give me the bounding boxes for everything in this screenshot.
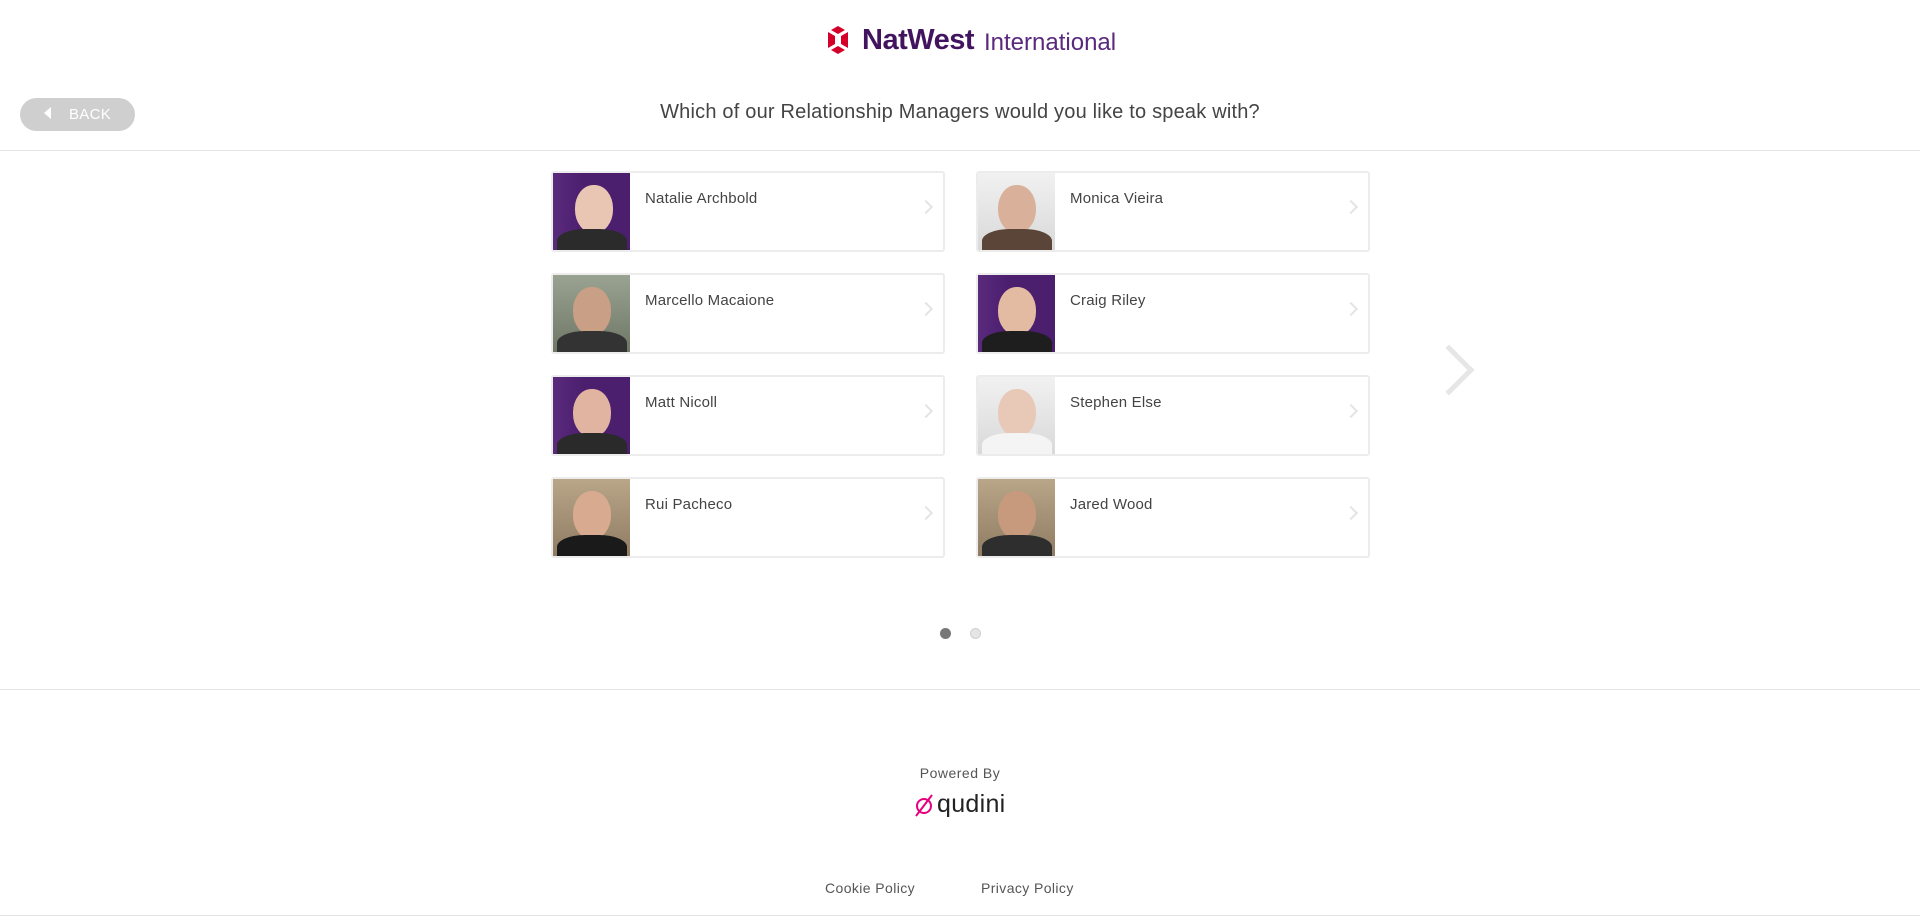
cookie-policy-link[interactable]: Cookie Policy [825,880,915,896]
manager-card-rui-pacheco[interactable]: Rui Pacheco [551,477,945,558]
manager-photo [553,479,630,556]
manager-name: Natalie Archbold [645,190,758,207]
manager-name: Marcello Macaione [645,292,775,309]
powered-by-label: Powered By [919,765,1001,781]
manager-card-craig-riley[interactable]: Craig Riley [976,273,1370,354]
chevron-right-icon [918,505,934,521]
qudini-mark-icon [915,793,933,817]
chevron-right-icon [1343,301,1359,317]
pagination-dot-2[interactable] [970,628,981,639]
pagination-dot-1[interactable] [940,628,951,639]
chevron-right-icon [1343,403,1359,419]
page-title: Which of our Relationship Managers would… [660,101,1260,123]
chevron-right-icon [918,301,934,317]
manager-photo [553,377,630,454]
manager-card-marcello-macaione[interactable]: Marcello Macaione [551,273,945,354]
chevron-right-icon [1343,505,1359,521]
qudini-logo: qudini [913,790,1006,819]
natwest-logo-mark-icon [828,26,848,54]
manager-card-monica-vieira[interactable]: Monica Vieira [976,171,1370,252]
manager-card-matt-nicoll[interactable]: Matt Nicoll [551,375,945,456]
manager-name: Monica Vieira [1070,190,1164,207]
manager-photo [978,377,1055,454]
brand-name: NatWest [862,23,975,56]
manager-photo [978,275,1055,352]
manager-photo [978,173,1055,250]
manager-photo [553,173,630,250]
manager-card-stephen-else[interactable]: Stephen Else [976,375,1370,456]
chevron-right-icon [918,199,934,215]
manager-name: Craig Riley [1070,292,1146,309]
manager-name: Matt Nicoll [645,394,718,411]
chevron-right-icon [918,403,934,419]
manager-card-jared-wood[interactable]: Jared Wood [976,477,1370,558]
manager-name: Stephen Else [1070,394,1162,411]
manager-name: Jared Wood [1070,496,1153,513]
manager-photo [978,479,1055,556]
natwest-international-logo: NatWest International [822,22,1116,58]
qudini-wordmark: qudini [937,790,1006,818]
carousel-next-icon[interactable] [1423,344,1475,396]
header-divider [0,150,1920,151]
content-divider [0,689,1920,690]
brand-subname: International [984,28,1117,56]
manager-photo [553,275,630,352]
manager-card-natalie-archbold[interactable]: Natalie Archbold [551,171,945,252]
footer-divider [0,915,1920,916]
manager-name: Rui Pacheco [645,496,733,513]
privacy-policy-link[interactable]: Privacy Policy [981,880,1074,896]
chevron-right-icon [1343,199,1359,215]
